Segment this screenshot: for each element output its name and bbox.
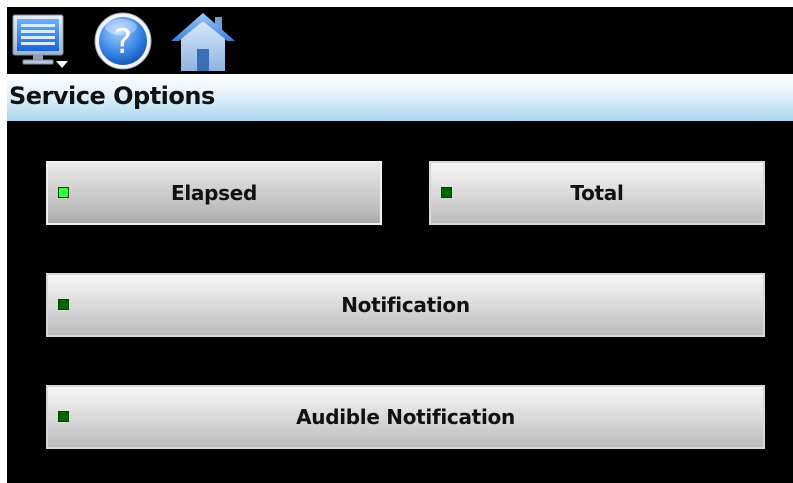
help-question-icon: ? (94, 12, 152, 70)
total-label: Total (570, 181, 624, 205)
svg-text:?: ? (114, 22, 132, 62)
elapsed-label: Elapsed (170, 181, 257, 205)
page-title: Service Options (9, 82, 215, 110)
home-button[interactable] (167, 9, 239, 73)
elapsed-button[interactable]: Elapsed (46, 161, 382, 225)
audible-notification-label: Audible Notification (296, 405, 515, 429)
monitor-menu-icon (12, 14, 68, 68)
notification-button[interactable]: Notification (46, 273, 765, 337)
total-button[interactable]: Total (429, 161, 765, 225)
menu-button[interactable] (9, 9, 73, 73)
audible-notification-button[interactable]: Audible Notification (46, 385, 765, 449)
help-button[interactable]: ? (91, 9, 155, 73)
title-bar: Service Options (7, 74, 793, 121)
top-toolbar: ? (7, 7, 793, 74)
home-icon (171, 13, 235, 71)
notification-label: Notification (341, 293, 470, 317)
touchscreen-panel: ? Service Options Elapsed Total Notifica… (7, 7, 793, 483)
